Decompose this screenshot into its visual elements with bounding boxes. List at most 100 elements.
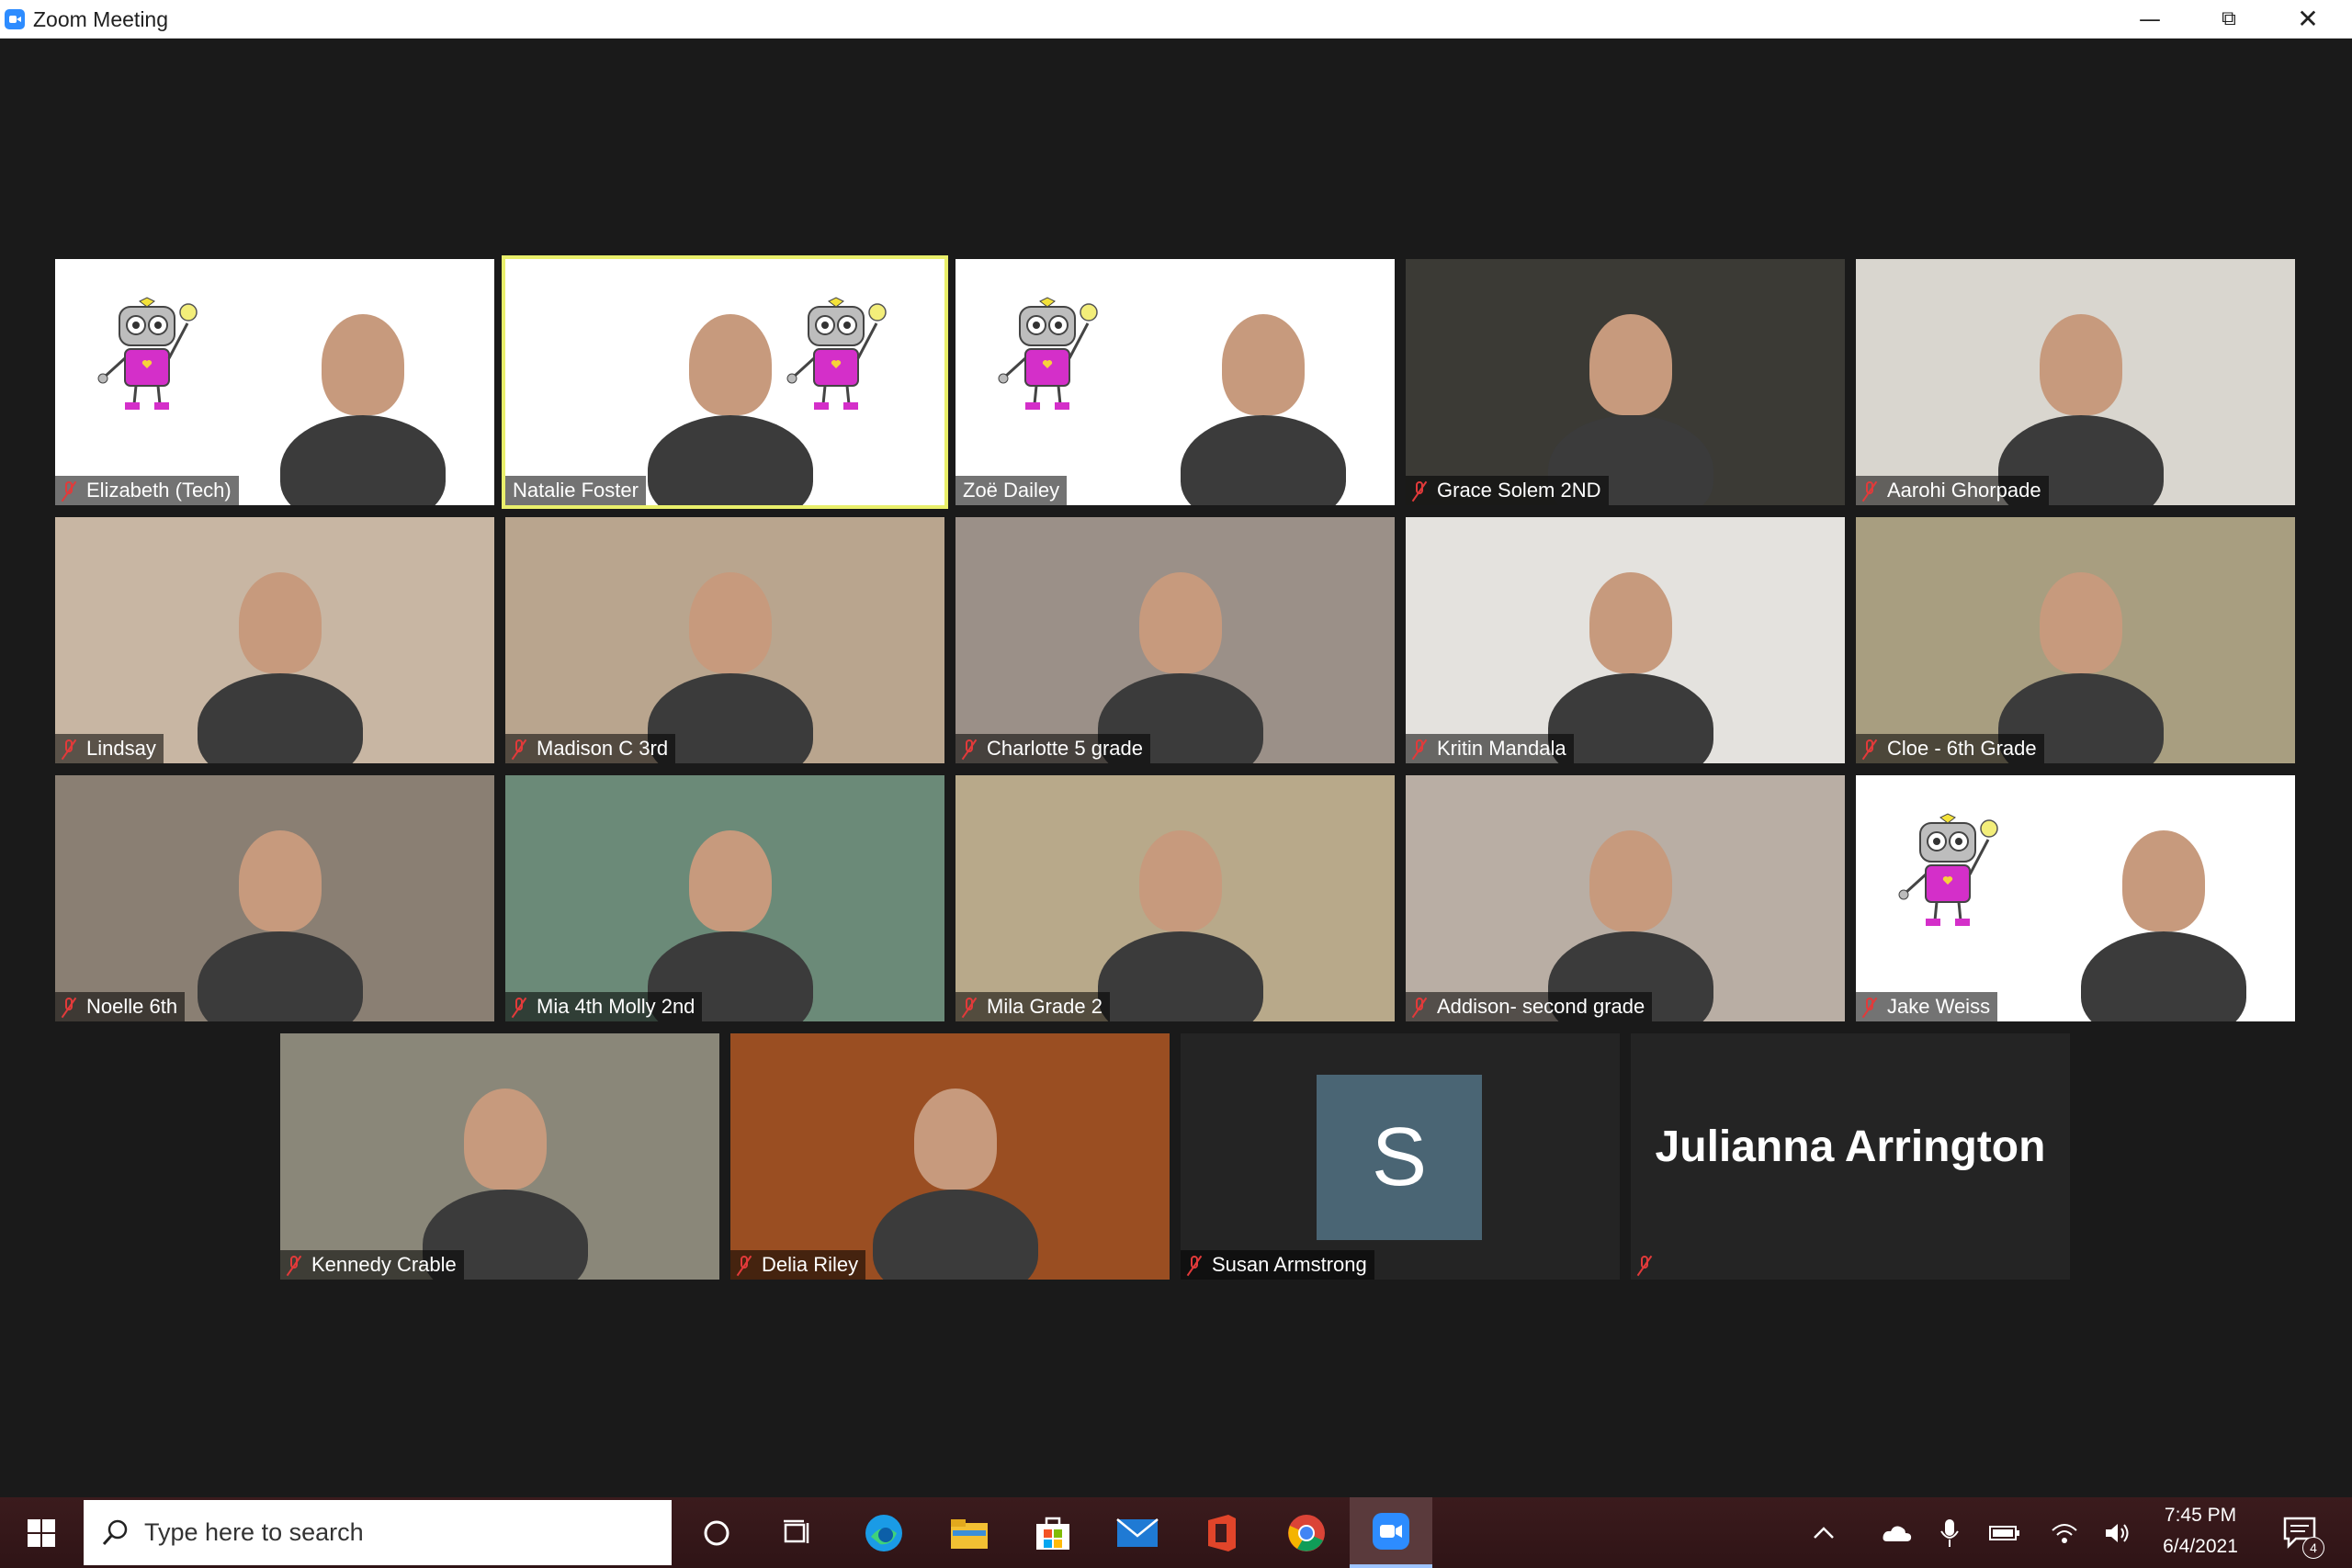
participant-name-bar: Kritin Mandala [1406,734,1574,763]
participant-body [198,673,363,763]
participant-video [322,314,404,415]
participant-video [464,1089,547,1190]
mail-icon[interactable] [1096,1497,1179,1568]
office-icon[interactable] [1181,1497,1263,1568]
zoom-icon[interactable] [1350,1497,1432,1568]
participant-body [198,931,363,1021]
participant-video [2122,830,2205,931]
muted-microphone-icon [959,996,979,1018]
participant-video [689,572,772,673]
chrome-icon[interactable] [1265,1497,1348,1568]
notifications-icon[interactable]: 4 [2269,1497,2334,1568]
participant-name: Kennedy Crable [311,1253,457,1276]
participant-name-bar: Zoë Dailey [956,476,1068,505]
participant-name-bar: Noelle 6th [55,992,186,1021]
participant-tile[interactable]: Aarohi Ghorpade [1856,259,2295,505]
file-explorer-icon[interactable] [928,1497,1011,1568]
participant-name-bar: Delia Riley [730,1250,866,1280]
participant-name-bar: Madison C 3rd [505,734,676,763]
muted-microphone-icon [1409,479,1430,502]
clock-time[interactable]: 7:45 PM [2145,1505,2256,1527]
participant-tile[interactable]: Jake Weiss [1856,775,2295,1021]
task-view-icon[interactable] [756,1497,839,1568]
participant-body [2081,931,2246,1021]
participant-name: Mila Grade 2 [987,995,1102,1018]
taskbar-search[interactable]: Type here to search [84,1500,672,1565]
volume-icon[interactable] [2095,1497,2141,1568]
muted-microphone-icon [284,1254,304,1276]
clock-date[interactable]: 6/4/2021 [2145,1536,2256,1558]
participant-name: Natalie Foster [513,479,639,502]
participant-tile[interactable]: Grace Solem 2ND [1406,259,1845,505]
participant-video [1139,572,1222,673]
participant-body [648,415,813,505]
notification-count: 4 [2302,1537,2324,1559]
participant-name-bar: Natalie Foster [505,476,646,505]
muted-microphone-icon [1409,996,1430,1018]
participant-tile[interactable]: Zoë Dailey [956,259,1395,505]
battery-icon[interactable] [1982,1497,2028,1568]
participant-name-bar: Jake Weiss [1856,992,1998,1021]
participant-tile[interactable]: S Susan Armstrong [1181,1033,1620,1280]
window-title: Zoom Meeting [33,7,169,31]
participant-display-name: Julianna Arrington [1655,1122,2046,1171]
participant-tile[interactable]: Lindsay [55,517,494,763]
participant-video [1222,314,1305,415]
participant-tile[interactable]: Addison- second grade [1406,775,1845,1021]
muted-microphone-icon [734,1254,754,1276]
sisters-in-stem-logo [992,287,1102,415]
participant-name-bar: Mila Grade 2 [956,992,1110,1021]
participant-tile[interactable]: Kritin Mandala [1406,517,1845,763]
participant-video [689,830,772,931]
participant-video [239,830,322,931]
participant-name-bar: Charlotte 5 grade [956,734,1150,763]
muted-microphone-icon [59,996,79,1018]
minimize-button[interactable]: — [2110,0,2189,38]
participant-name: Charlotte 5 grade [987,737,1143,760]
participant-tile[interactable]: Noelle 6th [55,775,494,1021]
participant-video [2040,314,2122,415]
participant-name-bar: Addison- second grade [1406,992,1653,1021]
participant-tile[interactable]: Kennedy Crable [280,1033,719,1280]
show-hidden-icons-icon[interactable] [1801,1497,1847,1568]
edge-icon[interactable] [842,1497,925,1568]
participant-tile[interactable]: Elizabeth (Tech) [55,259,494,505]
wifi-icon[interactable] [2041,1497,2087,1568]
participant-tile[interactable]: Cloe - 6th Grade [1856,517,2295,763]
participant-name-bar [1631,1250,1669,1280]
search-icon [102,1519,128,1545]
participant-tile[interactable]: Natalie Foster [502,255,948,509]
participant-video [1589,830,1672,931]
muted-microphone-icon [1860,996,1880,1018]
muted-microphone-icon [509,996,529,1018]
store-icon[interactable] [1012,1497,1094,1568]
participant-name: Mia 4th Molly 2nd [537,995,695,1018]
muted-microphone-icon [1860,738,1880,760]
participant-name: Noelle 6th [86,995,178,1018]
close-button[interactable]: ✕ [2268,0,2347,38]
participant-name: Addison- second grade [1437,995,1645,1018]
muted-microphone-icon [59,738,79,760]
participant-tile[interactable]: Delia Riley [730,1033,1170,1280]
muted-microphone-icon [59,479,79,502]
microphone-icon[interactable] [1927,1497,1973,1568]
participant-tile[interactable]: Mia 4th Molly 2nd [505,775,944,1021]
participant-video [1589,572,1672,673]
participant-tile[interactable]: Julianna Arrington [1631,1033,2070,1280]
participant-name: Cloe - 6th Grade [1887,737,2037,760]
participant-video [689,314,772,415]
participant-name-bar: Susan Armstrong [1181,1250,1374,1280]
start-button[interactable] [0,1497,83,1568]
participant-name-bar: Cloe - 6th Grade [1856,734,2044,763]
participant-tile[interactable]: Madison C 3rd [505,517,944,763]
participant-video [239,572,322,673]
participant-body [1181,415,1346,505]
muted-microphone-icon [1860,479,1880,502]
onedrive-icon[interactable] [1874,1497,1920,1568]
participant-tile[interactable]: Charlotte 5 grade [956,517,1395,763]
sisters-in-stem-logo [1893,803,2003,931]
restore-button[interactable]: ⧉ [2189,0,2268,38]
participant-tile[interactable]: Mila Grade 2 [956,775,1395,1021]
cortana-icon[interactable] [675,1497,758,1568]
participant-name-bar: Aarohi Ghorpade [1856,476,2049,505]
